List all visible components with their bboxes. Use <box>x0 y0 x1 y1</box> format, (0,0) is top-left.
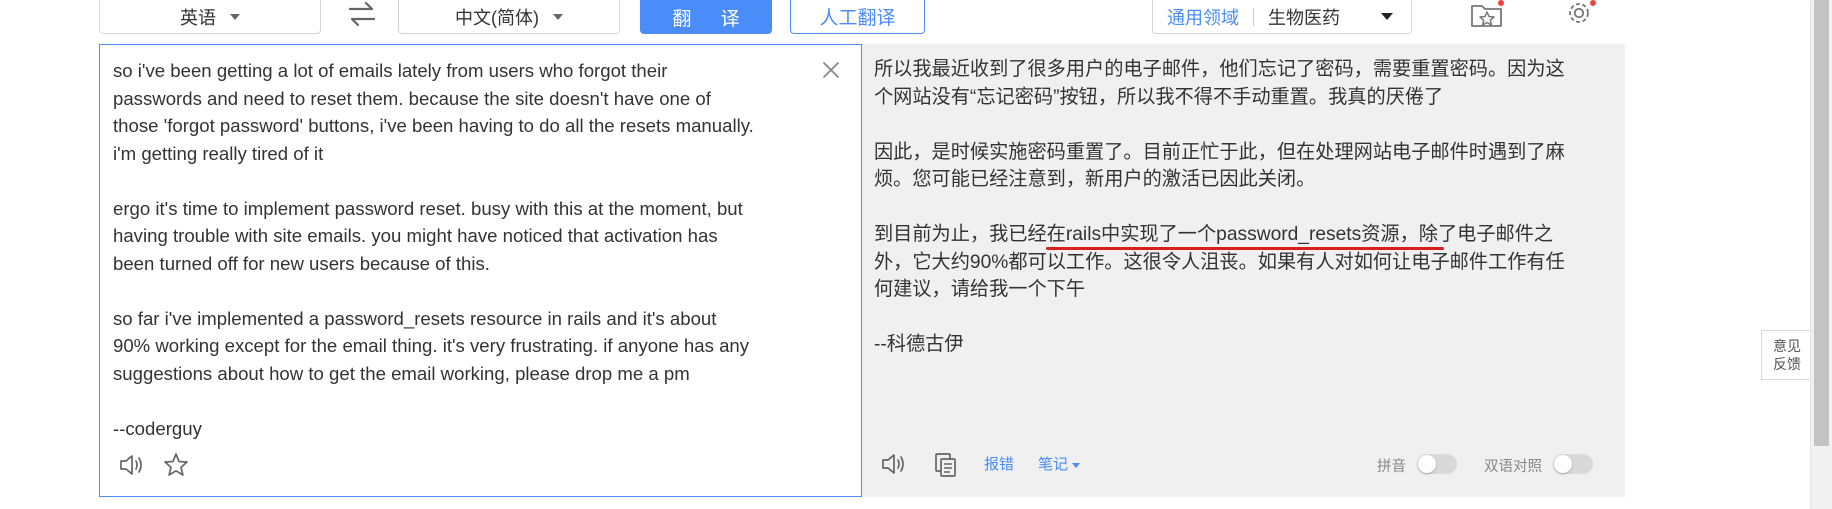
translate-button[interactable]: 翻 译 <box>640 0 772 34</box>
scrollbar-thumb[interactable] <box>1814 0 1829 446</box>
feedback-label-line2: 反馈 <box>1773 356 1801 372</box>
target-language-select[interactable]: 中文(简体) <box>398 0 620 34</box>
target-language-label: 中文(简体) <box>455 7 539 28</box>
report-error-link[interactable]: 报错 <box>984 453 1014 474</box>
clear-icon[interactable] <box>820 59 842 81</box>
chevron-down-icon <box>1381 13 1393 20</box>
bilingual-label: 双语对照 <box>1484 459 1542 475</box>
domain-select[interactable]: 通用领域 生物医药 <box>1152 0 1412 34</box>
settings-gear-icon[interactable] <box>1562 0 1596 30</box>
toggle-knob <box>1418 455 1436 473</box>
domain-general-option[interactable]: 通用领域 <box>1153 4 1239 30</box>
speaker-icon[interactable] <box>879 450 909 478</box>
notes-label: 笔记 <box>1038 456 1069 473</box>
notification-dot <box>1590 0 1596 6</box>
pinyin-toggle[interactable] <box>1417 454 1457 474</box>
notification-dot <box>1498 0 1504 6</box>
translation-result-panel: 所以我最近收到了很多用户的电子邮件，他们忘记了密码，需要重置密码。因为这 个网站… <box>862 44 1625 497</box>
chevron-down-icon <box>553 13 563 20</box>
highlight-underline <box>1046 247 1444 250</box>
feedback-button[interactable]: 意见 反馈 <box>1761 330 1813 380</box>
swap-icon[interactable] <box>347 0 377 28</box>
pinyin-label: 拼音 <box>1377 459 1406 475</box>
chevron-down-icon <box>1072 462 1081 468</box>
translation-toolbar: 英语 中文(简体) 翻 译 人工翻译 通用领域 生物医药 <box>0 0 1832 44</box>
bilingual-toggle[interactable] <box>1553 454 1593 474</box>
source-language-select[interactable]: 英语 <box>99 0 321 34</box>
notes-dropdown[interactable]: 笔记 <box>1038 453 1081 474</box>
favorites-folder-icon[interactable] <box>1470 0 1504 30</box>
chevron-down-icon <box>230 13 240 20</box>
star-icon[interactable] <box>162 451 190 479</box>
toggle-knob <box>1554 455 1572 473</box>
translation-result-text: 所以我最近收到了很多用户的电子邮件，他们忘记了密码，需要重置密码。因为这 个网站… <box>874 59 1565 355</box>
page-scrollbar[interactable] <box>1810 0 1832 509</box>
source-text-input[interactable]: so i've been getting a lot of emails lat… <box>113 57 813 442</box>
divider <box>1253 7 1254 26</box>
human-translation-button[interactable]: 人工翻译 <box>790 0 925 34</box>
speaker-icon[interactable] <box>117 451 147 479</box>
source-text-panel[interactable]: so i've been getting a lot of emails lat… <box>99 44 862 497</box>
domain-specific-option[interactable]: 生物医药 <box>1268 4 1340 30</box>
copy-icon[interactable] <box>933 451 959 478</box>
source-language-label: 英语 <box>180 7 216 28</box>
feedback-label-line1: 意见 <box>1773 338 1801 354</box>
